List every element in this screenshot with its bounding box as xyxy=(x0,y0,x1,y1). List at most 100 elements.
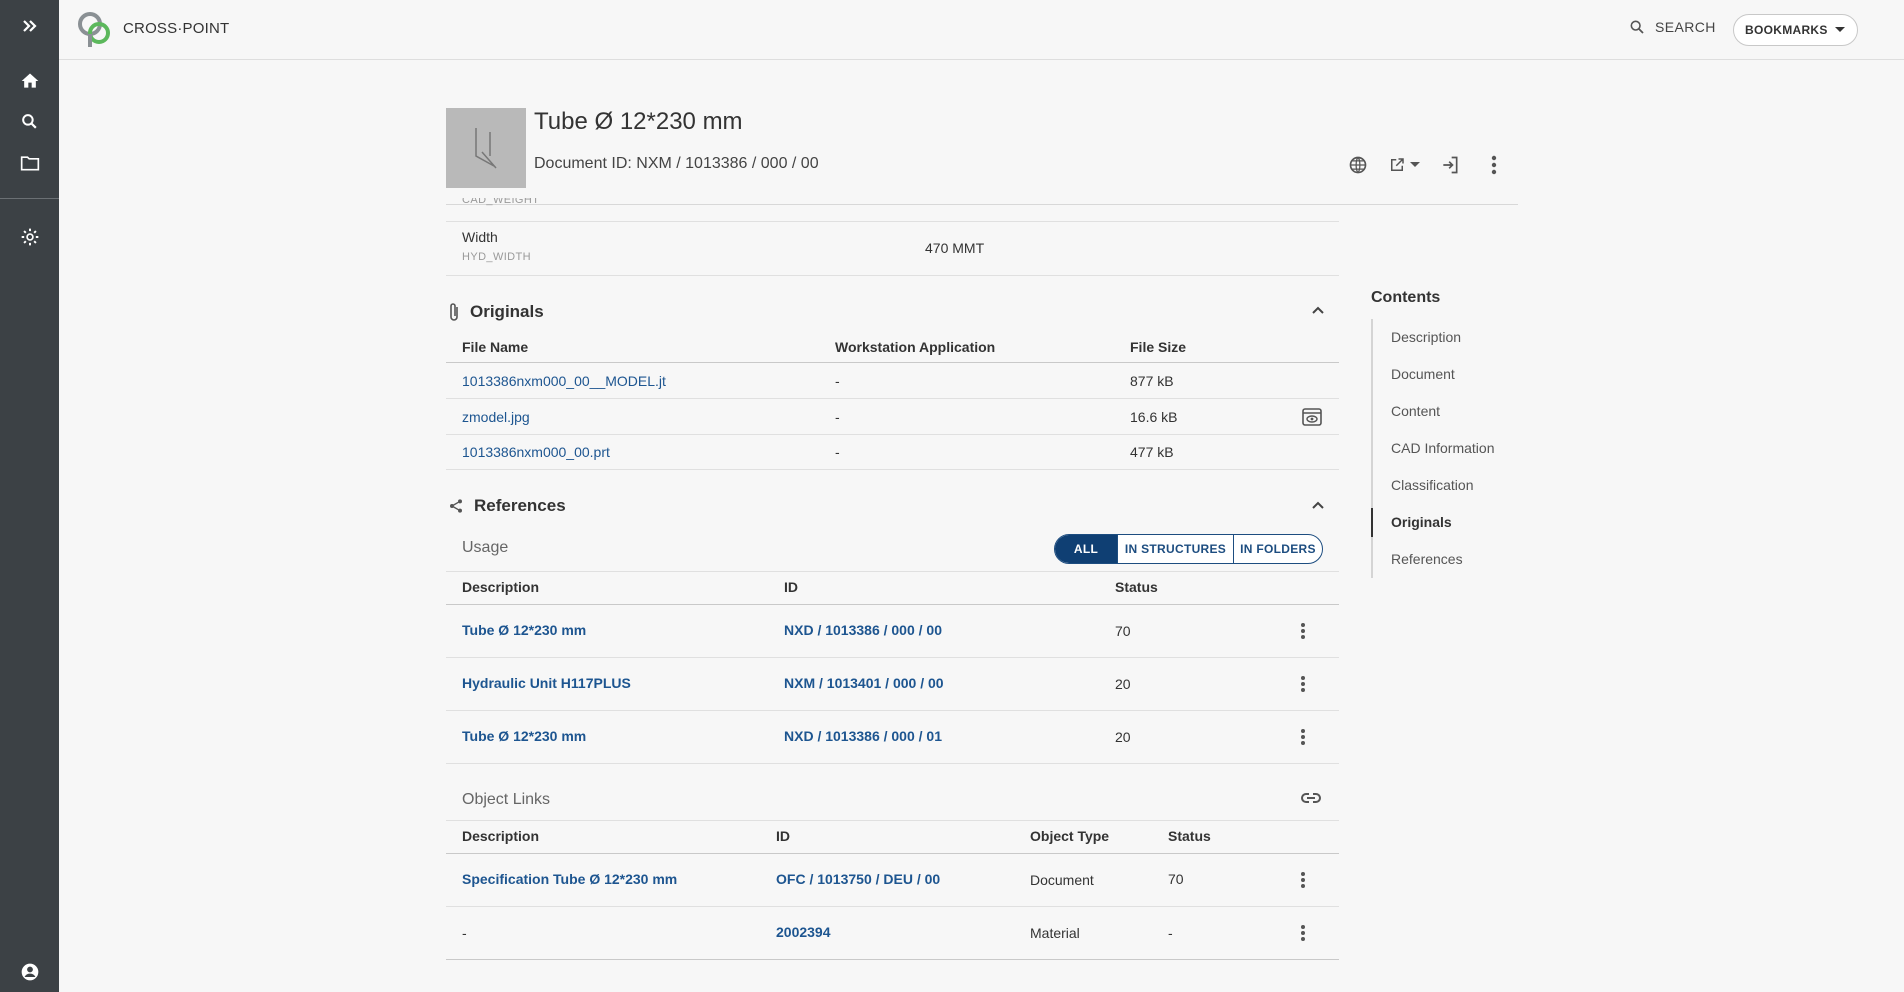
contents-item-classification[interactable]: Classification xyxy=(1373,467,1521,504)
settings-icon[interactable] xyxy=(0,217,59,257)
header-divider xyxy=(446,853,1339,854)
document-title: Tube Ø 12*230 mm xyxy=(534,108,743,135)
collapse-chevron-icon[interactable] xyxy=(1311,305,1325,315)
contents-item-references[interactable]: References xyxy=(1373,541,1521,578)
header-divider xyxy=(446,362,1339,363)
row-more-icon[interactable] xyxy=(1293,674,1313,694)
collapse-chevron-icon[interactable] xyxy=(1311,500,1325,510)
usage-id-link[interactable]: NXD / 1013386 / 000 / 01 xyxy=(784,728,942,744)
usage-description-link[interactable]: Tube Ø 12*230 mm xyxy=(462,728,586,744)
header-actions xyxy=(1344,152,1508,178)
file-size: 477 kB xyxy=(1130,444,1174,460)
filter-in-folders-button[interactable]: IN FOLDERS xyxy=(1234,535,1322,563)
originals-title: Originals xyxy=(470,302,544,321)
preview-icon[interactable] xyxy=(1302,408,1322,426)
column-header[interactable]: Status xyxy=(1115,579,1158,595)
brand-name: CROSS·POINT xyxy=(123,20,230,37)
object-link-id-link[interactable]: 2002394 xyxy=(776,924,831,940)
row-divider xyxy=(446,763,1339,764)
contents-nav: Description Document Content CAD Informa… xyxy=(1371,319,1521,578)
column-header[interactable]: File Name xyxy=(462,339,528,355)
row-more-icon[interactable] xyxy=(1293,727,1313,747)
usage-id-link[interactable]: NXM / 1013401 / 000 / 00 xyxy=(784,675,944,691)
search-icon[interactable] xyxy=(0,101,59,141)
contents-item-cad-information[interactable]: CAD Information xyxy=(1373,430,1521,467)
row-divider xyxy=(446,434,1339,435)
file-application: - xyxy=(835,373,840,389)
object-type: Material xyxy=(1030,925,1080,941)
column-header[interactable]: File Size xyxy=(1130,339,1186,355)
contents-item-originals[interactable]: Originals xyxy=(1371,504,1521,541)
header-divider xyxy=(446,604,1339,605)
object-link-description-link[interactable]: Specification Tube Ø 12*230 mm xyxy=(462,871,677,887)
search-button[interactable]: SEARCH xyxy=(1629,19,1716,35)
row-divider xyxy=(446,959,1339,960)
column-header[interactable]: ID xyxy=(776,828,790,844)
checkout-icon[interactable] xyxy=(1436,152,1464,178)
usage-status: 20 xyxy=(1115,729,1131,745)
row-divider xyxy=(446,820,1339,821)
contents-item-content[interactable]: Content xyxy=(1373,393,1521,430)
usage-subtitle: Usage xyxy=(462,539,509,556)
originals-section-title[interactable]: Originals xyxy=(448,302,544,322)
rail-divider xyxy=(0,198,59,199)
usage-status: 70 xyxy=(1115,623,1131,639)
caret-down-icon xyxy=(1834,27,1845,32)
references-section-title[interactable]: References xyxy=(448,496,566,516)
file-application: - xyxy=(835,444,840,460)
row-more-icon[interactable] xyxy=(1293,621,1313,641)
contents-item-document[interactable]: Document xyxy=(1373,356,1521,393)
expand-icon[interactable] xyxy=(0,6,59,46)
filter-in-structures-button[interactable]: IN STRUCTURES xyxy=(1118,535,1234,563)
paperclip-icon xyxy=(450,303,458,321)
object-link-description: - xyxy=(462,925,467,941)
bookmarks-button[interactable]: BOOKMARKS xyxy=(1733,14,1858,46)
row-divider xyxy=(446,275,1339,276)
references-title: References xyxy=(474,496,566,515)
account-icon[interactable] xyxy=(0,952,59,992)
file-name-link[interactable]: 1013386nxm000_00.prt xyxy=(462,444,610,460)
contents-item-description[interactable]: Description xyxy=(1373,319,1521,356)
filter-all-button[interactable]: ALL xyxy=(1055,535,1118,563)
contents-title: Contents xyxy=(1371,289,1441,306)
row-divider xyxy=(446,398,1339,399)
link-icon[interactable] xyxy=(1300,792,1322,804)
file-name-link[interactable]: 1013386nxm000_00__MODEL.jt xyxy=(462,373,666,389)
share-icon xyxy=(450,499,462,513)
attribute-value: 470 MMT xyxy=(925,240,985,256)
file-size: 877 kB xyxy=(1130,373,1174,389)
row-divider xyxy=(446,710,1339,711)
column-header[interactable]: Description xyxy=(462,828,539,844)
home-icon[interactable] xyxy=(0,61,59,101)
column-header[interactable]: Status xyxy=(1168,828,1211,844)
usage-description-link[interactable]: Hydraulic Unit H117PLUS xyxy=(462,675,631,691)
row-divider xyxy=(446,469,1339,470)
column-header[interactable]: Workstation Application xyxy=(835,339,995,355)
row-more-icon[interactable] xyxy=(1293,923,1313,943)
file-size: 16.6 kB xyxy=(1130,409,1178,425)
more-icon[interactable] xyxy=(1480,152,1508,178)
cross-point-logo[interactable] xyxy=(77,11,113,54)
row-more-icon[interactable] xyxy=(1293,870,1313,890)
globe-icon[interactable] xyxy=(1344,152,1372,178)
left-rail xyxy=(0,0,59,992)
open-external-icon xyxy=(1391,158,1404,171)
column-header[interactable]: Object Type xyxy=(1030,828,1109,844)
attribute-key: CAD_WEIGHT xyxy=(462,198,540,206)
open-external-dropdown[interactable] xyxy=(1382,152,1426,178)
folder-icon[interactable] xyxy=(0,143,59,183)
file-application: - xyxy=(835,409,840,425)
row-divider xyxy=(446,571,1339,572)
usage-id-link[interactable]: NXD / 1013386 / 000 / 00 xyxy=(784,622,942,638)
column-header[interactable]: Description xyxy=(462,579,539,595)
object-link-id-link[interactable]: OFC / 1013750 / DEU / 00 xyxy=(776,871,940,887)
file-name-link[interactable]: zmodel.jpg xyxy=(462,409,530,425)
document-thumbnail[interactable] xyxy=(446,108,526,188)
row-divider xyxy=(446,221,1339,222)
usage-description-link[interactable]: Tube Ø 12*230 mm xyxy=(462,622,586,638)
column-header[interactable]: ID xyxy=(784,579,798,595)
top-bar: CROSS·POINT SEARCH BOOKMARKS xyxy=(59,0,1904,60)
row-divider xyxy=(446,906,1339,907)
attribute-key: HYD_WIDTH xyxy=(462,251,531,263)
object-link-status: - xyxy=(1168,925,1173,941)
